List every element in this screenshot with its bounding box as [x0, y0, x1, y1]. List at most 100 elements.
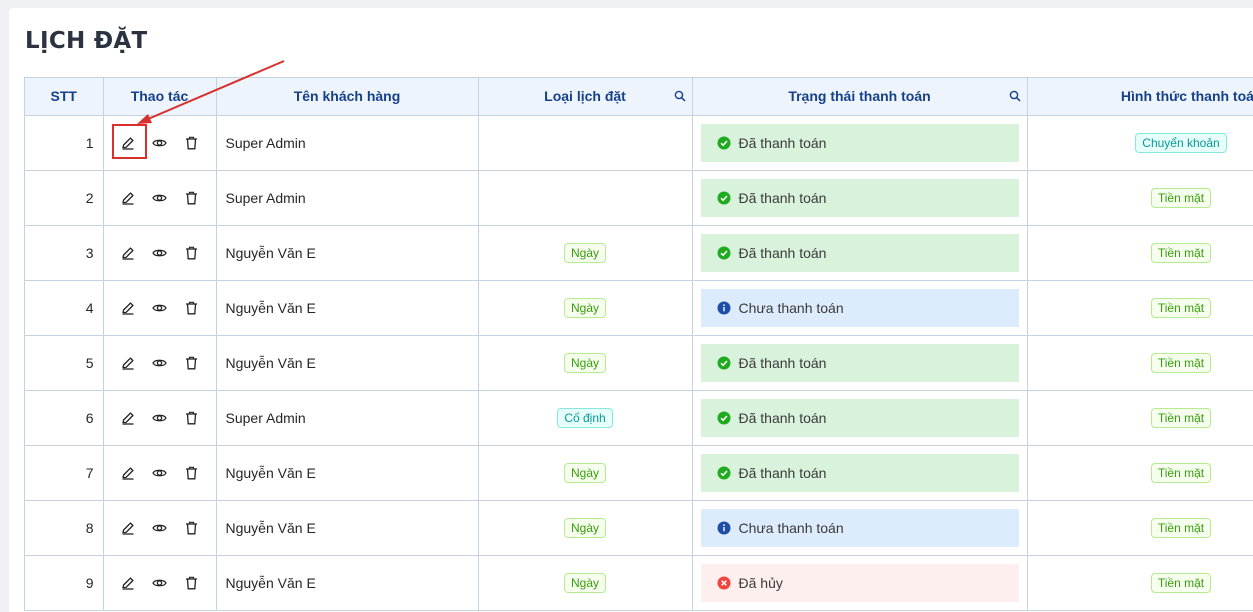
eye-icon[interactable]: [144, 407, 176, 429]
row-payment-status: Chưa thanh toán: [692, 500, 1028, 556]
row-payment-method: Tiền mặt: [1027, 335, 1253, 391]
eye-icon[interactable]: [144, 462, 176, 484]
check-circle-icon: [717, 466, 739, 480]
search-icon[interactable]: [1009, 90, 1021, 102]
row-payment-status: Đã thanh toán: [692, 225, 1028, 281]
row-stt: 6: [25, 390, 104, 446]
payment-status-text: Đã thanh toán: [738, 354, 827, 371]
edit-icon[interactable]: [112, 242, 144, 264]
table-row: 6 Super Admin Cố định Đã thanh toán Tiền mặt: [25, 390, 1253, 446]
edit-icon[interactable]: [112, 407, 144, 429]
check-circle-icon: [717, 356, 739, 370]
column-header-booking-type[interactable]: Loại lịch đặt: [478, 78, 693, 116]
booking-table: STT Thao tác Tên khách hàng Loại lịch đặ…: [25, 78, 1253, 611]
column-header-booking-type-label: Loại lịch đặt: [544, 88, 626, 105]
eye-icon[interactable]: [144, 132, 176, 154]
check-circle-icon: [717, 136, 739, 150]
row-payment-method: Tiền mặt: [1027, 555, 1253, 611]
trash-icon[interactable]: [176, 352, 208, 374]
payment-method-tag: Tiền mặt: [1150, 517, 1212, 538]
trash-icon[interactable]: [176, 517, 208, 539]
edit-icon[interactable]: [112, 572, 144, 594]
payment-status-text: Chưa thanh toán: [738, 519, 844, 536]
row-payment-status: Chưa thanh toán: [692, 280, 1028, 336]
trash-icon[interactable]: [176, 132, 208, 154]
booking-type-tag: Ngày: [563, 352, 606, 373]
eye-icon[interactable]: [144, 572, 176, 594]
row-stt: 4: [25, 280, 104, 336]
trash-icon[interactable]: [176, 462, 208, 484]
row-actions: [103, 335, 217, 391]
row-actions: [103, 280, 217, 336]
payment-status-badge: Đã thanh toán: [700, 178, 1019, 217]
row-customer-name: Super Admin: [216, 115, 479, 171]
row-actions: [103, 555, 217, 611]
row-payment-status: Đã thanh toán: [692, 390, 1028, 446]
table-row: 5 Nguyễn Văn E Ngày Đã thanh toán Tiền mặt: [25, 335, 1253, 391]
close-circle-icon: [717, 576, 739, 590]
table-row: 3 Nguyễn Văn E Ngày Đã thanh toán Tiền mặt: [25, 225, 1253, 281]
edit-icon[interactable]: [112, 517, 144, 539]
trash-icon[interactable]: [176, 407, 208, 429]
eye-icon[interactable]: [144, 352, 176, 374]
payment-method-tag: Tiền mặt: [1150, 462, 1212, 483]
booking-type-tag: Ngày: [563, 242, 606, 263]
payment-status-text: Chưa thanh toán: [738, 299, 844, 316]
table-row: 1 Super Admin Đã thanh toán Chuyển khoản: [25, 115, 1253, 171]
row-booking-type: [478, 115, 693, 171]
row-payment-method: Tiền mặt: [1027, 280, 1253, 336]
row-payment-method: Tiền mặt: [1027, 225, 1253, 281]
payment-status-badge: Đã thanh toán: [700, 453, 1019, 492]
row-payment-method: Tiền mặt: [1027, 445, 1253, 501]
eye-icon[interactable]: [144, 517, 176, 539]
row-actions: [103, 170, 217, 226]
row-actions: [103, 115, 217, 171]
edit-icon[interactable]: [112, 187, 144, 209]
eye-icon[interactable]: [144, 187, 176, 209]
payment-method-tag: Tiền mặt: [1150, 352, 1212, 373]
booking-type-tag: Ngày: [563, 572, 606, 593]
row-stt: 8: [25, 500, 104, 556]
row-payment-method: Tiền mặt: [1027, 390, 1253, 446]
row-stt: 2: [25, 170, 104, 226]
row-payment-status: Đã hủy: [692, 555, 1028, 611]
payment-status-text: Đã thanh toán: [738, 464, 827, 481]
payment-status-text: Đã thanh toán: [738, 244, 827, 261]
check-circle-icon: [717, 411, 739, 425]
row-payment-status: Đã thanh toán: [692, 115, 1028, 171]
eye-icon[interactable]: [144, 242, 176, 264]
row-customer-name: Nguyễn Văn E: [216, 555, 479, 611]
payment-status-badge: Đã thanh toán: [700, 123, 1019, 162]
row-actions: [103, 390, 217, 446]
edit-icon[interactable]: [112, 462, 144, 484]
row-actions: [103, 225, 217, 281]
info-circle-icon: [717, 301, 739, 315]
booking-type-tag: Ngày: [563, 297, 606, 318]
trash-icon[interactable]: [176, 242, 208, 264]
row-customer-name: Super Admin: [216, 390, 479, 446]
payment-method-tag: Tiền mặt: [1150, 572, 1212, 593]
column-header-payment-status[interactable]: Trạng thái thanh toán: [692, 78, 1028, 116]
trash-icon[interactable]: [176, 297, 208, 319]
row-actions: [103, 500, 217, 556]
table-row: 9 Nguyễn Văn E Ngày Đã hủy Tiền mặt: [25, 555, 1253, 611]
payment-status-text: Đã thanh toán: [738, 134, 827, 151]
trash-icon[interactable]: [176, 187, 208, 209]
column-header-payment-status-label: Trạng thái thanh toán: [788, 88, 931, 105]
booking-type-tag: Ngày: [563, 462, 606, 483]
row-customer-name: Nguyễn Văn E: [216, 500, 479, 556]
edit-icon[interactable]: [112, 352, 144, 374]
edit-icon[interactable]: [112, 297, 144, 319]
column-header-payment-method: Hình thức thanh toán: [1027, 78, 1253, 116]
trash-icon[interactable]: [176, 572, 208, 594]
payment-method-tag: Tiền mặt: [1150, 242, 1212, 263]
row-actions: [103, 445, 217, 501]
row-payment-status: Đã thanh toán: [692, 445, 1028, 501]
column-header-actions: Thao tác: [103, 78, 217, 116]
eye-icon[interactable]: [144, 297, 176, 319]
edit-icon[interactable]: [112, 132, 144, 154]
row-payment-method: Tiền mặt: [1027, 500, 1253, 556]
table-body: 1 Super Admin Đã thanh toán Chuyển khoản 2 Su…: [25, 115, 1253, 611]
search-icon[interactable]: [674, 90, 686, 102]
row-stt: 5: [25, 335, 104, 391]
